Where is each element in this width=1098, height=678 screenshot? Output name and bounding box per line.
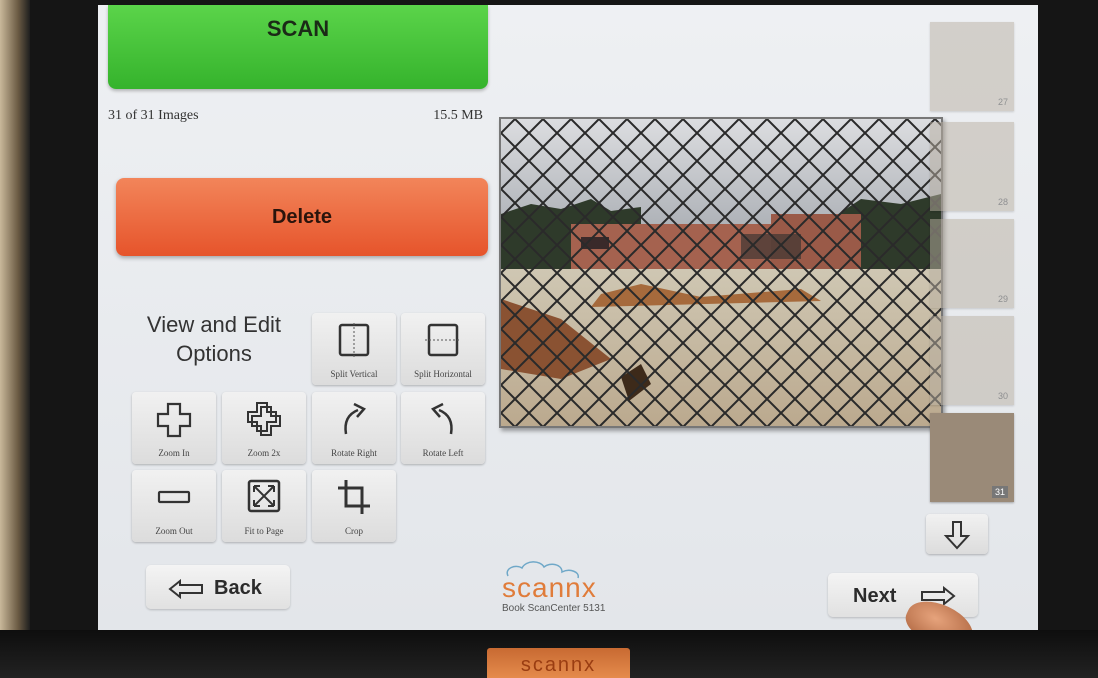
zoom-out-label: Zoom Out: [155, 526, 193, 536]
thumbnail-number: 28: [997, 197, 1008, 207]
split-horizontal-icon: [425, 323, 461, 357]
split-vertical-icon: [338, 323, 370, 357]
scroll-down-button[interactable]: [926, 514, 988, 554]
back-button[interactable]: Back: [146, 565, 290, 609]
zoom-in-button[interactable]: Zoom In: [132, 392, 216, 464]
thumbnail[interactable]: 29: [930, 219, 1014, 308]
split-vertical-label: Split Vertical: [330, 369, 378, 379]
crop-button[interactable]: Crop: [312, 470, 396, 542]
kiosk-screen: SCAN 31 of 31 Images 15.5 MB Delete View…: [98, 5, 1038, 630]
bezel-logo-text: scannx: [520, 654, 597, 676]
rotate-right-label: Rotate Right: [331, 448, 377, 458]
thumbnail-selected[interactable]: 31: [930, 413, 1014, 502]
zoom-out-icon: [157, 490, 191, 504]
back-label: Back: [214, 577, 262, 599]
rotate-left-icon: [430, 402, 453, 435]
thumbnail[interactable]: 30: [930, 316, 1014, 405]
fit-to-page-button[interactable]: Fit to Page: [222, 470, 306, 542]
total-size: 15.5 MB: [433, 108, 483, 123]
thumbnail[interactable]: 27: [930, 22, 1014, 111]
photo-chain-link-fence-building: [501, 119, 941, 426]
thumbnail-strip[interactable]: 27 28 29 30 31: [924, 5, 1018, 530]
zoom-out-button[interactable]: Zoom Out: [132, 470, 216, 542]
crop-label: Crop: [345, 526, 363, 536]
thumbnail-number: 27: [997, 97, 1008, 107]
fit-to-page-label: Fit to Page: [244, 526, 284, 536]
scannx-logo: scannx Book ScanCenter 5131: [500, 558, 620, 618]
zoom-in-label: Zoom In: [158, 448, 190, 458]
rotate-right-button[interactable]: Rotate Right: [312, 392, 396, 464]
zoom-in-icon: [156, 402, 192, 438]
scan-button[interactable]: SCAN: [108, 5, 488, 89]
down-arrow-icon: [943, 521, 971, 550]
thumbnail[interactable]: 28: [930, 122, 1014, 211]
rotate-right-icon: [344, 402, 367, 435]
thumbnail-number: 30: [997, 391, 1008, 401]
zoom-2x-button[interactable]: Zoom 2x: [222, 392, 306, 464]
zoom-2x-icon: [247, 402, 281, 436]
zoom-2x-label: Zoom 2x: [247, 448, 281, 458]
rotate-left-label: Rotate Left: [422, 448, 464, 458]
split-vertical-button[interactable]: Split Vertical: [312, 313, 396, 385]
thumbnail-number: 29: [997, 294, 1008, 304]
scanned-image-preview: [499, 117, 943, 428]
logo-wordmark: scannx: [502, 572, 597, 603]
thumbnail-number: 31: [991, 486, 1008, 498]
delete-button[interactable]: Delete: [116, 178, 488, 256]
split-horizontal-button[interactable]: Split Horizontal: [401, 313, 485, 385]
station-label: Book ScanCenter 5131: [502, 603, 606, 614]
next-label: Next: [853, 585, 897, 607]
back-arrow-icon: [168, 579, 203, 599]
image-count: 31 of 31 Images: [108, 108, 199, 123]
heading-line-1: View and Edit: [146, 312, 282, 337]
crop-icon: [338, 480, 370, 514]
device-bezel: [0, 0, 30, 678]
rotate-left-button[interactable]: Rotate Left: [401, 392, 485, 464]
bezel-badge: scannx: [487, 648, 630, 678]
view-edit-options-heading: View and Edit Options: [124, 310, 304, 368]
fit-to-page-icon: [247, 479, 281, 513]
heading-line-2: Options: [176, 341, 252, 366]
split-horizontal-label: Split Horizontal: [414, 369, 472, 379]
scan-status: 31 of 31 Images 15.5 MB: [108, 108, 483, 124]
